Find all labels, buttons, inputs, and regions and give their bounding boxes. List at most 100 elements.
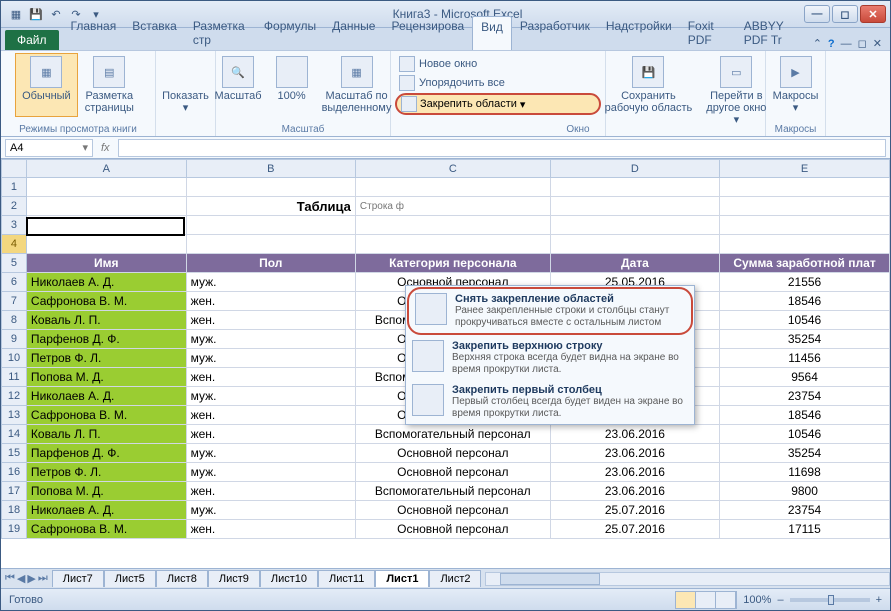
horizontal-scrollbar[interactable]: [485, 572, 890, 586]
freeze-first-col-item[interactable]: Закрепить первый столбецПервый столбец в…: [406, 380, 694, 424]
cell[interactable]: Николаев А. Д.: [26, 387, 186, 406]
file-tab[interactable]: Файл: [5, 30, 59, 50]
cell[interactable]: Парфенов Д. Ф.: [26, 330, 186, 349]
freeze-panes-button[interactable]: Закрепить области ▾: [395, 93, 601, 115]
cell[interactable]: муж.: [186, 463, 355, 482]
cell[interactable]: 9800: [720, 482, 890, 501]
zoom-thumb[interactable]: [828, 595, 834, 605]
cell[interactable]: Попова М. Д.: [26, 368, 186, 387]
sheet-tab[interactable]: Лист2: [429, 570, 481, 587]
cell[interactable]: муж.: [186, 349, 355, 368]
row-header[interactable]: 16: [2, 463, 27, 482]
tab-next-icon[interactable]: ▶: [27, 572, 35, 585]
cell[interactable]: муж.: [186, 501, 355, 520]
select-all-corner[interactable]: [2, 160, 27, 178]
cell[interactable]: Петров Ф. Л.: [26, 349, 186, 368]
row-header[interactable]: 19: [2, 520, 27, 539]
cell[interactable]: Вспомогательный персонал: [355, 482, 550, 501]
row-header[interactable]: 13: [2, 406, 27, 425]
scroll-thumb[interactable]: [500, 573, 600, 585]
table-header[interactable]: Сумма заработной плат: [720, 254, 890, 273]
arrange-all-button[interactable]: Упорядочить все: [395, 74, 601, 92]
switch-window-button[interactable]: ▭ Перейти в другое окно ▾: [699, 53, 773, 129]
fx-icon[interactable]: fx: [101, 142, 110, 154]
cell[interactable]: жен.: [186, 292, 355, 311]
row-header[interactable]: 7: [2, 292, 27, 311]
table-header[interactable]: Имя: [26, 254, 186, 273]
row-header[interactable]: 14: [2, 425, 27, 444]
col-header[interactable]: D: [550, 160, 719, 178]
save-icon[interactable]: 💾: [27, 5, 45, 23]
col-header[interactable]: A: [26, 160, 186, 178]
row-header[interactable]: 9: [2, 330, 27, 349]
pagebreak-view-btn[interactable]: [716, 592, 736, 608]
ribbon-tab[interactable]: Вставка: [124, 16, 185, 50]
cell[interactable]: муж.: [186, 330, 355, 349]
cell[interactable]: муж.: [186, 387, 355, 406]
page-layout-button[interactable]: ▤ Разметка страницы: [78, 53, 141, 117]
cell[interactable]: 18546: [720, 292, 890, 311]
cell[interactable]: 23.06.2016: [550, 482, 719, 501]
row-header[interactable]: 4: [2, 235, 27, 254]
cell[interactable]: Попова М. Д.: [26, 482, 186, 501]
cell[interactable]: Вспомогательный персонал: [355, 425, 550, 444]
doc-restore-icon[interactable]: ◻: [858, 37, 867, 50]
ribbon-tab[interactable]: Вид: [472, 16, 512, 50]
zoom-out-button[interactable]: –: [777, 594, 783, 606]
table-header[interactable]: Дата: [550, 254, 719, 273]
cell[interactable]: 10546: [720, 311, 890, 330]
cell[interactable]: 35254: [720, 330, 890, 349]
cell[interactable]: 18546: [720, 406, 890, 425]
unfreeze-panes-item[interactable]: Снять закрепление областейРанее закрепле…: [407, 287, 693, 335]
cell[interactable]: Коваль Л. П.: [26, 425, 186, 444]
table-header[interactable]: Пол: [186, 254, 355, 273]
cell[interactable]: Николаев А. Д.: [26, 273, 186, 292]
cell[interactable]: 11698: [720, 463, 890, 482]
cell[interactable]: Сафронова В. М.: [26, 406, 186, 425]
zoom-selection-button[interactable]: ▦ Масштаб по выделенному: [315, 53, 399, 117]
cell[interactable]: 21556: [720, 273, 890, 292]
zoom-100-button[interactable]: 100%: [269, 53, 315, 117]
ribbon-tab[interactable]: ABBYY PDF Tr: [736, 16, 813, 50]
row-header[interactable]: 1: [2, 178, 27, 197]
formula-input[interactable]: [118, 139, 886, 157]
freeze-top-row-item[interactable]: Закрепить верхнюю строкуВерхняя строка в…: [406, 336, 694, 380]
cell[interactable]: Петров Ф. Л.: [26, 463, 186, 482]
name-box[interactable]: A4▾: [5, 139, 93, 157]
cell[interactable]: 25.07.2016: [550, 501, 719, 520]
close-button[interactable]: ✕: [860, 5, 886, 23]
cell[interactable]: муж.: [186, 444, 355, 463]
sheet-tab[interactable]: Лист9: [208, 570, 260, 587]
table-header[interactable]: Категория персонала: [355, 254, 550, 273]
normal-view-button[interactable]: ▦ Обычный: [15, 53, 78, 117]
cell[interactable]: жен.: [186, 520, 355, 539]
sheet-tab[interactable]: Лист1: [375, 570, 429, 587]
row-header[interactable]: 3: [2, 216, 27, 235]
zoom-button[interactable]: 🔍 Масштаб: [208, 53, 269, 117]
cell[interactable]: жен.: [186, 311, 355, 330]
doc-close-icon[interactable]: ✕: [873, 37, 882, 50]
sheet-tab[interactable]: Лист7: [52, 570, 104, 587]
cell[interactable]: жен.: [186, 482, 355, 501]
cell[interactable]: 11456: [720, 349, 890, 368]
ribbon-tab[interactable]: Foxit PDF: [680, 16, 736, 50]
cell[interactable]: Сафронова В. М.: [26, 292, 186, 311]
cell[interactable]: Основной персонал: [355, 463, 550, 482]
sheet-tab[interactable]: Лист11: [318, 570, 375, 587]
cell[interactable]: 25.07.2016: [550, 520, 719, 539]
cell[interactable]: 23.06.2016: [550, 425, 719, 444]
cell[interactable]: 23754: [720, 387, 890, 406]
cell[interactable]: Основной персонал: [355, 501, 550, 520]
save-workspace-button[interactable]: 💾 Сохранить рабочую область: [598, 53, 700, 129]
sheet-tab[interactable]: Лист5: [104, 570, 156, 587]
cell[interactable]: 10546: [720, 425, 890, 444]
ribbon-tab[interactable]: Главная: [63, 16, 125, 50]
cell[interactable]: жен.: [186, 425, 355, 444]
zoom-level[interactable]: 100%: [743, 594, 771, 606]
row-header[interactable]: 15: [2, 444, 27, 463]
row-header[interactable]: 17: [2, 482, 27, 501]
doc-minimize-icon[interactable]: —: [841, 38, 852, 50]
cell[interactable]: 23.06.2016: [550, 463, 719, 482]
row-header[interactable]: 10: [2, 349, 27, 368]
row-header[interactable]: 8: [2, 311, 27, 330]
